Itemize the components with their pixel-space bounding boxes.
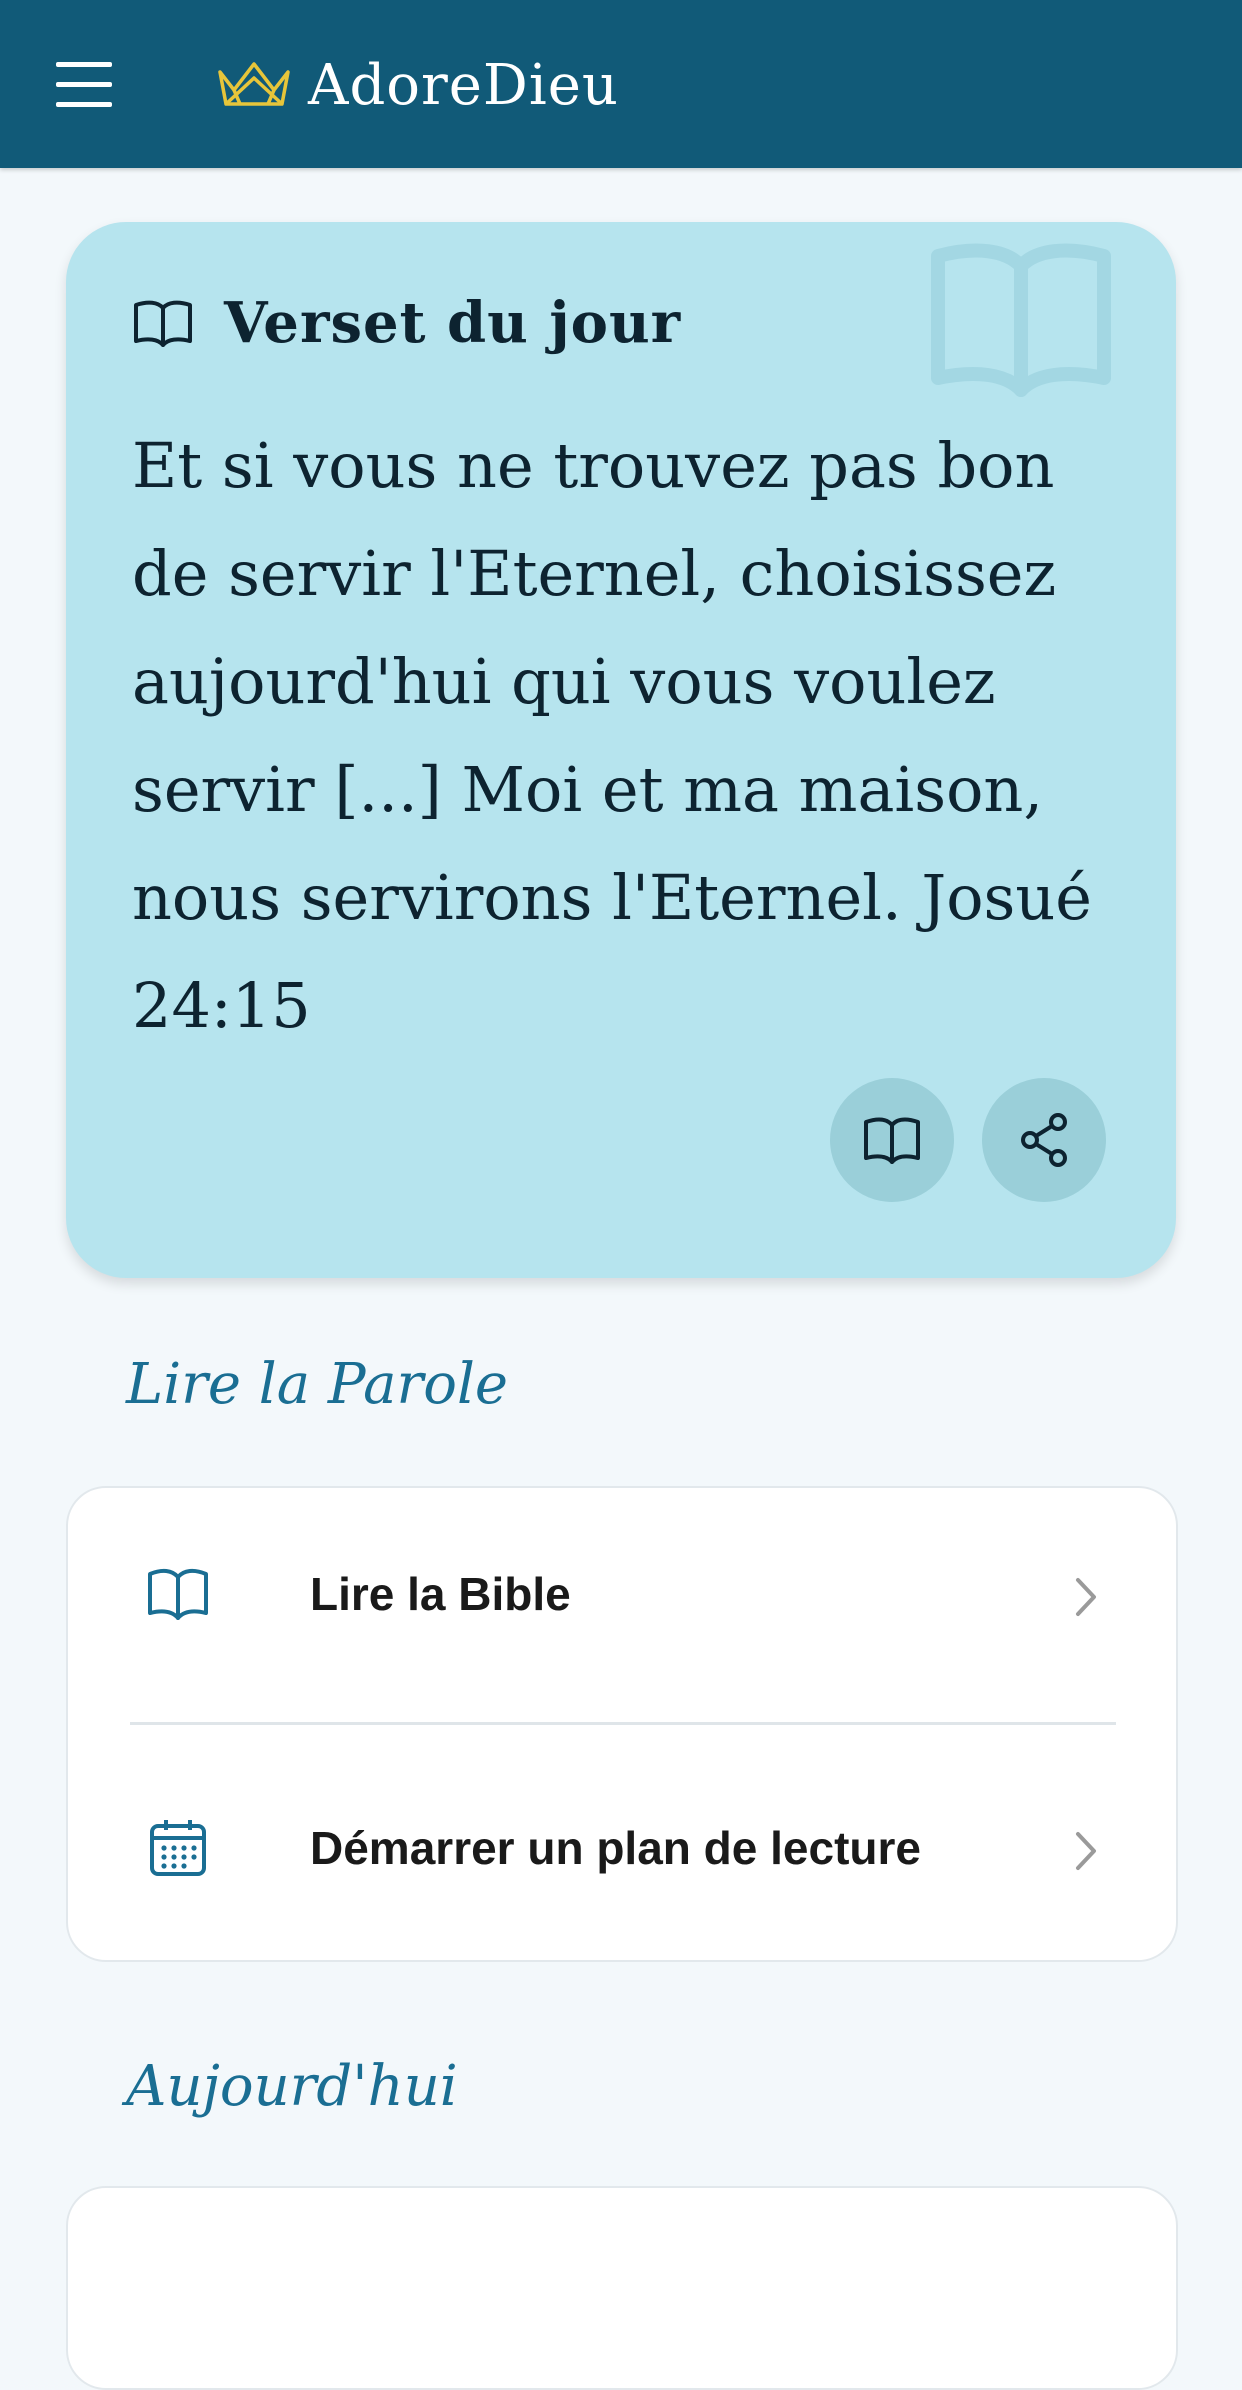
app-title: AdoreDieu (308, 52, 619, 118)
hamburger-menu-icon (56, 62, 112, 67)
read-word-list: Lire la Bible Démarrer un plan de lectur… (66, 1486, 1178, 1962)
app-bar: AdoreDieu (0, 0, 1242, 168)
verse-text: Et si vous ne trouvez pas bon de servir … (132, 429, 1093, 1042)
book-open-icon (931, 243, 1111, 397)
share-icon (1021, 1113, 1067, 1167)
list-item-start-reading-plan[interactable]: Démarrer un plan de lecture (68, 1748, 1176, 1948)
list-item-read-bible[interactable]: Lire la Bible (68, 1494, 1176, 1694)
list-item-label: Lire la Bible (310, 1568, 571, 1620)
menu-button[interactable] (44, 52, 124, 116)
crown-icon (218, 62, 290, 106)
chevron-right-icon (1076, 1578, 1096, 1616)
book-open-icon (148, 1568, 208, 1620)
brand: AdoreDieu (216, 50, 619, 120)
list-item-label: Démarrer un plan de lecture (310, 1822, 921, 1874)
hamburger-menu-icon-bar (56, 82, 112, 87)
chevron-right-icon (1076, 1832, 1096, 1870)
share-verse-button[interactable] (982, 1078, 1106, 1202)
verse-of-the-day-card: Verset du jour Et si vous ne trouvez pas… (66, 222, 1176, 1278)
book-open-icon (134, 300, 192, 347)
verse-heading: Verset du jour (224, 290, 682, 356)
hamburger-menu-icon-bar (56, 102, 112, 107)
book-open-icon (864, 1117, 920, 1164)
calendar-icon (150, 1820, 206, 1876)
today-list (66, 2186, 1178, 2390)
section-title-today: Aujourd'hui (126, 2054, 458, 2119)
section-title-read-word: Lire la Parole (126, 1352, 508, 1417)
list-divider (130, 1722, 1116, 1725)
verse-header: Verset du jour (132, 290, 681, 356)
read-verse-button[interactable] (830, 1078, 954, 1202)
